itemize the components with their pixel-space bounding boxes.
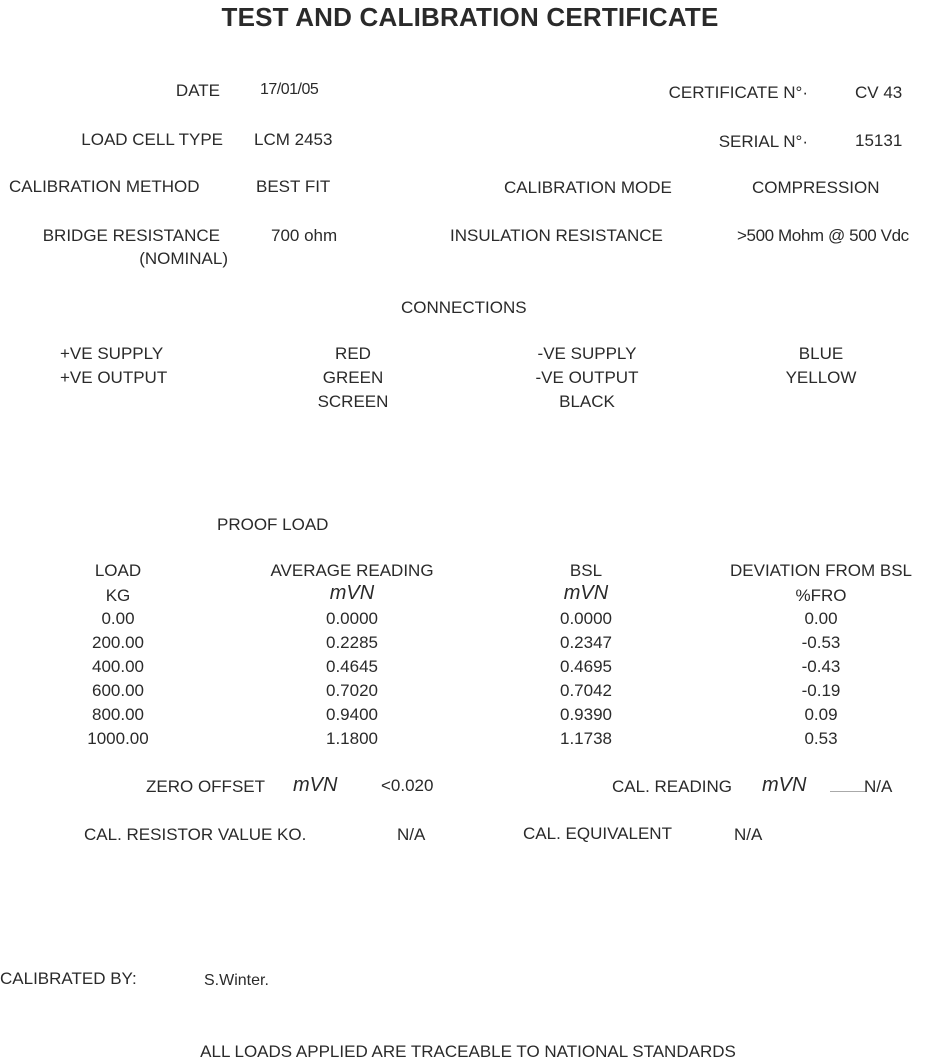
- table-cell: -0.43: [801, 657, 841, 676]
- bridge-resistance-label: BRIDGE RESISTANCE: [42, 226, 220, 245]
- signal-positive-supply: +VE SUPPLY: [60, 344, 164, 363]
- date-value: 17/01/05: [260, 81, 319, 98]
- date-label: DATE: [175, 81, 220, 100]
- load-cell-type-label: LOAD CELL TYPE: [81, 130, 223, 149]
- wire-color-red: RED: [335, 344, 371, 363]
- cal-reading-value: N/A: [864, 777, 893, 796]
- connections-left-signals: +VE SUPPLY +VE OUTPUT: [40, 342, 218, 390]
- table-cell: 0.09: [804, 705, 838, 724]
- cal-reading-label: CAL. READING: [612, 777, 732, 796]
- table-cell: -0.19: [801, 681, 841, 700]
- load-cell-type-value: LCM 2453: [254, 130, 333, 149]
- serial-number-label: SERIAL N°·: [718, 132, 808, 151]
- insulation-resistance-label: INSULATION RESISTANCE: [450, 226, 663, 245]
- column-header: DEVIATION FROM BSL: [730, 561, 912, 580]
- certificate-title: TEST AND CALIBRATION CERTIFICATE: [221, 2, 719, 32]
- connections-left-colors: RED GREEN SCREEN: [293, 342, 413, 414]
- signal-negative-output: -VE OUTPUT: [535, 368, 639, 387]
- zero-offset-value: <0.020: [381, 776, 434, 795]
- zero-offset-label: ZERO OFFSET: [146, 777, 265, 796]
- connections-right-signals: -VE SUPPLY -VE OUTPUT BLACK: [517, 342, 657, 414]
- serial-number-value: 15131: [855, 131, 903, 150]
- calibrated-by-value: S.Winter.: [204, 972, 269, 989]
- wire-color-green: GREEN: [322, 368, 384, 387]
- zero-offset-unit: mVN: [293, 774, 338, 796]
- insulation-resistance-value: >500 Mohm @ 500 Vdc: [737, 226, 909, 245]
- calibrated-by-label: CALIBRATED BY:: [0, 969, 137, 988]
- table-cell: -0.53: [801, 633, 841, 652]
- traceability-note: ALL LOADS APPLIED ARE TRACEABLE TO NATIO…: [200, 1042, 736, 1061]
- wire-color-black: BLACK: [559, 392, 615, 411]
- cal-equivalent-label: CAL. EQUIVALENT: [523, 824, 672, 843]
- table-cell: 0.53: [804, 729, 838, 748]
- cal-equivalent-value: N/A: [734, 825, 763, 844]
- cal-reading-unit: mVN: [762, 774, 807, 796]
- table-cell: 0.00: [804, 609, 838, 628]
- certificate-number-label: CERTIFICATE N°·: [668, 83, 808, 102]
- bridge-resistance-value: 700 ohm: [271, 226, 338, 245]
- cal-resistor-label: CAL. RESISTOR VALUE KO.: [84, 825, 307, 844]
- calibration-method-value: BEST FIT: [256, 177, 331, 196]
- wire-color-blue: BLUE: [798, 344, 844, 363]
- column-unit: %FRO: [795, 586, 847, 605]
- signal-negative-supply: -VE SUPPLY: [537, 344, 637, 363]
- connections-right-colors: BLUE YELLOW: [761, 342, 881, 390]
- signal-positive-output: +VE OUTPUT: [60, 368, 168, 387]
- cal-reading-underline: [830, 791, 866, 792]
- cal-resistor-value: N/A: [397, 825, 426, 844]
- certificate-number-value: CV 43: [855, 83, 903, 102]
- connections-title: CONNECTIONS: [401, 298, 527, 317]
- wire-color-yellow: YELLOW: [785, 368, 857, 387]
- calibration-method-label: CALIBRATION METHOD: [9, 177, 200, 196]
- proof-load-title: PROOF LOAD: [217, 515, 329, 534]
- calibration-mode-value: COMPRESSION: [752, 178, 880, 197]
- bridge-resistance-sublabel: (NOMINAL): [139, 249, 228, 268]
- wire-color-screen: SCREEN: [317, 392, 389, 411]
- calibration-mode-label: CALIBRATION MODE: [504, 178, 672, 197]
